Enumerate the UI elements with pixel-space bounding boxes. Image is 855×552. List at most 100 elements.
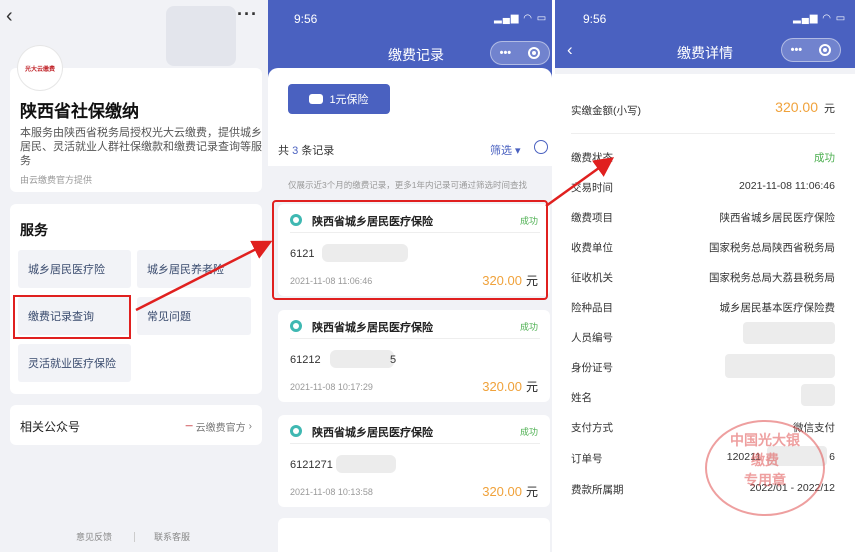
- related-value: 云缴费官方: [195, 423, 246, 434]
- service-logo: 光大云缴费: [18, 46, 62, 90]
- top-bar: ‹ ···: [0, 0, 268, 36]
- record-account: 6121271: [290, 459, 333, 471]
- footer-divider: [134, 532, 135, 542]
- record-status: 成功: [519, 427, 538, 437]
- record-card-partial[interactable]: [278, 518, 550, 552]
- more-icon[interactable]: •••: [500, 47, 512, 59]
- field-value: 陕西省城乡居民医疗保险: [719, 212, 836, 224]
- redaction: [801, 384, 835, 406]
- insurance-icon: [309, 94, 324, 104]
- record-highlight-box: [272, 200, 548, 300]
- amount-value: 320.00: [482, 484, 522, 499]
- redaction: [767, 446, 827, 466]
- field-label: 姓名: [571, 392, 592, 404]
- service-rural-medical[interactable]: 城乡居民医疗险: [18, 250, 131, 288]
- provider-text: 由云缴费官方提供: [20, 175, 93, 185]
- filter-label: 筛选: [490, 145, 512, 157]
- status-icons: ▂▄▆ ◠ ▭: [494, 13, 548, 24]
- divider: [571, 133, 835, 134]
- close-icon[interactable]: [819, 44, 832, 56]
- panel-service-home: ‹ ··· 光大云缴费 陕西省社保缴纳 本服务由陕西省税务局授权光大云缴费，提供…: [0, 0, 268, 552]
- field-status: 成功: [814, 152, 835, 164]
- account-logo-icon: —: [185, 423, 193, 430]
- count-prefix: 共: [278, 145, 289, 157]
- record-amount: 320.00 元: [482, 378, 538, 395]
- related-label: 相关公众号: [20, 420, 81, 434]
- record-amount: 320.00 元: [482, 483, 538, 500]
- status-time: 9:56: [583, 12, 607, 26]
- field-value: 2022/01 - 2022/12: [749, 482, 835, 494]
- amount-unit: 元: [525, 485, 538, 499]
- count-value: 3: [292, 145, 299, 157]
- divider: [290, 338, 540, 339]
- redaction: [743, 322, 835, 344]
- back-icon[interactable]: ‹: [6, 6, 13, 26]
- redaction: [330, 350, 394, 368]
- more-icon[interactable]: •••: [791, 44, 803, 56]
- insurance-button-label: 1元保险: [329, 94, 369, 106]
- field-label: 征收机关: [571, 272, 613, 284]
- status-icons: ▂▄▆ ◠ ▭: [793, 13, 847, 24]
- close-icon[interactable]: [528, 47, 541, 59]
- section-gap: [555, 68, 855, 74]
- panel-payment-detail: 9:56 ▂▄▆ ◠ ▭ ‹ 缴费详情 ••• 实缴金额(小写) 320.00 元…: [555, 0, 855, 552]
- page-title: 陕西省社保缴纳: [20, 102, 139, 121]
- status-time: 9:56: [294, 12, 318, 26]
- service-faq[interactable]: 常见问题: [137, 297, 251, 335]
- service-description: 本服务由陕西省税务局授权光大云缴费，提供城乡居民、灵活就业人群社保缴款和缴费记录…: [20, 127, 262, 167]
- record-name: 陕西省城乡居民医疗保险: [312, 427, 433, 439]
- nav-title: 缴费记录: [388, 47, 444, 63]
- insurance-button[interactable]: 1元保险: [288, 84, 390, 114]
- field-label: 缴费项目: [571, 212, 613, 224]
- field-label: 费款所属期: [571, 484, 624, 496]
- record-card[interactable]: 陕西省城乡居民医疗保险 成功 61212 5 2021-11-08 10:17:…: [278, 310, 550, 402]
- field-label: 交易时间: [571, 182, 613, 194]
- field-value: 国家税务总局陕西省税务局: [709, 242, 835, 254]
- feedback-link[interactable]: 意见反馈: [76, 530, 112, 543]
- record-card[interactable]: 陕西省城乡居民医疗保险 成功 6121271 2021-11-08 10:13:…: [278, 415, 550, 507]
- divider: [290, 443, 540, 444]
- camera-icon: [290, 320, 302, 332]
- field-value: 国家税务总局大荔县税务局: [709, 272, 835, 284]
- field-label: 缴费状态: [571, 152, 613, 164]
- record-count: 共 3 条记录: [278, 142, 334, 158]
- service-flexible-medical[interactable]: 灵活就业医疗保险: [18, 344, 131, 382]
- nav-title: 缴费详情: [677, 45, 733, 61]
- chevron-right-icon: ›: [248, 421, 252, 432]
- record-status: 成功: [519, 322, 538, 332]
- paid-amount: 320.00 元: [775, 99, 835, 116]
- field-label: 险种品目: [571, 302, 613, 314]
- record-time: 2021-11-08 10:17:29: [290, 382, 373, 392]
- camera-icon: [290, 425, 302, 437]
- back-icon[interactable]: ‹: [567, 40, 573, 60]
- field-value: 城乡居民基本医疗保险费: [719, 302, 836, 314]
- mini-program-capsule[interactable]: •••: [781, 38, 841, 62]
- contact-link[interactable]: 联系客服: [154, 530, 190, 543]
- mini-program-capsule[interactable]: •••: [490, 41, 550, 65]
- redaction: [336, 455, 396, 473]
- amount-label: 实缴金额(小写): [571, 105, 641, 117]
- highlight-box: [13, 295, 131, 339]
- record-hint: 仅展示近3个月的缴费记录，更多1年内记录可通过筛选时间查找: [288, 180, 527, 190]
- service-rural-pension[interactable]: 城乡居民养老险: [137, 250, 251, 288]
- field-value: 120211: [726, 451, 761, 463]
- record-account: 61212: [290, 354, 321, 366]
- more-icon[interactable]: ···: [237, 4, 258, 25]
- filter-button[interactable]: 筛选 ▾: [490, 142, 521, 158]
- record-time: 2021-11-08 10:13:58: [290, 487, 373, 497]
- related-account-link[interactable]: — 云缴费官方 ›: [186, 419, 252, 434]
- record-account-tail: 5: [390, 354, 397, 366]
- field-label: 收费单位: [571, 242, 613, 254]
- services-title: 服务: [20, 222, 48, 238]
- record-name: 陕西省城乡居民医疗保险: [312, 322, 433, 334]
- field-value: 2021-11-08 11:06:46: [739, 180, 835, 192]
- redaction: [725, 354, 835, 378]
- field-value: 微信支付: [793, 422, 835, 434]
- field-label: 身份证号: [571, 362, 613, 374]
- field-value-tail: 6: [829, 451, 835, 463]
- field-label: 订单号: [571, 453, 603, 465]
- user-icon[interactable]: [534, 140, 548, 154]
- count-suffix: 条记录: [301, 145, 335, 157]
- field-label: 人员编号: [571, 332, 613, 344]
- amount-unit: 元: [824, 103, 835, 115]
